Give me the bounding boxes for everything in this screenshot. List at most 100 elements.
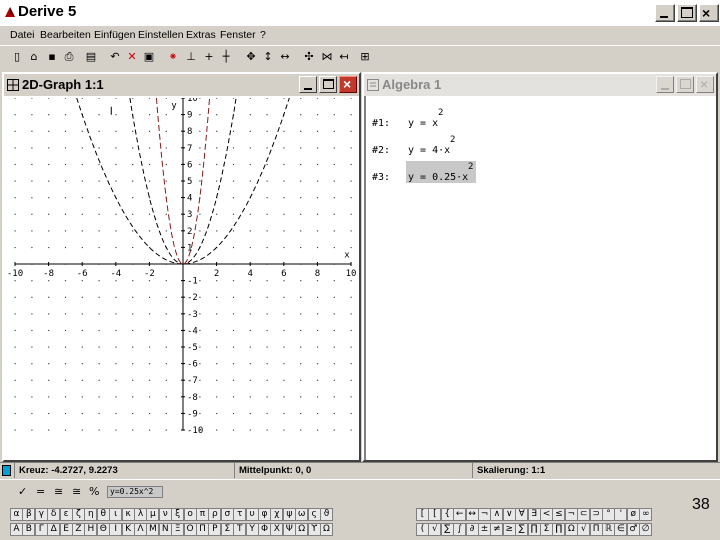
- math-symbol-button[interactable]: <: [540, 508, 553, 521]
- math-symbol-button[interactable]: [: [428, 508, 442, 521]
- greek-symbol-button[interactable]: α: [10, 508, 23, 521]
- greek-symbol-button[interactable]: μ: [146, 508, 160, 521]
- algebra-maximize-button[interactable]: [676, 76, 694, 93]
- greek-symbol-button[interactable]: Σ: [220, 523, 234, 536]
- crosshair-icon[interactable]: ┼: [219, 50, 233, 64]
- menu-einfuegen[interactable]: Einfügen: [94, 29, 135, 41]
- greek-symbol-button[interactable]: υ: [245, 508, 259, 521]
- math-symbol-button[interactable]: °: [602, 508, 615, 521]
- greek-symbol-button[interactable]: ζ: [72, 508, 85, 521]
- greek-symbol-button[interactable]: σ: [220, 508, 234, 521]
- math-symbol-button[interactable]: ℝ: [602, 523, 615, 536]
- greek-symbol-button[interactable]: Ω: [320, 523, 333, 536]
- cross-icon[interactable]: +: [202, 50, 216, 64]
- expression-row[interactable]: #3: y = 0.25·x 2: [372, 161, 572, 186]
- greek-symbol-button[interactable]: Ν: [158, 523, 172, 536]
- math-symbol-button[interactable]: ⊃: [589, 508, 603, 521]
- math-symbol-button[interactable]: ø: [626, 508, 640, 521]
- math-symbol-button[interactable]: ∀: [515, 508, 529, 521]
- greek-symbol-button[interactable]: φ: [258, 508, 271, 521]
- greek-symbol-button[interactable]: ψ: [282, 508, 296, 521]
- math-symbol-button[interactable]: ⊂: [577, 508, 591, 521]
- plot-icon[interactable]: ⁕: [166, 50, 180, 64]
- math-symbol-button[interactable]: Σ: [540, 523, 553, 536]
- greek-symbol-button[interactable]: δ: [47, 508, 61, 521]
- zoom-out-icon[interactable]: ↤: [337, 50, 351, 64]
- undo-icon[interactable]: ↶: [108, 50, 122, 64]
- center-icon[interactable]: ✥: [244, 50, 258, 64]
- greek-symbol-button[interactable]: π: [196, 508, 209, 521]
- math-symbol-button[interactable]: ∏: [552, 523, 566, 536]
- math-symbol-button[interactable]: ': [614, 508, 628, 521]
- menu-help[interactable]: ?: [260, 29, 266, 41]
- save-icon[interactable]: ▪: [45, 50, 59, 64]
- greek-symbol-button[interactable]: ω: [295, 508, 309, 521]
- greek-symbol-button[interactable]: κ: [121, 508, 135, 521]
- math-symbol-button[interactable]: ≠: [490, 523, 504, 536]
- greek-symbol-button[interactable]: Π: [196, 523, 209, 536]
- insert-icon[interactable]: ▣: [142, 50, 156, 64]
- greek-symbol-button[interactable]: Φ: [258, 523, 271, 536]
- new-file-icon[interactable]: ▯: [10, 50, 24, 64]
- paste-icon[interactable]: ▤: [84, 50, 98, 64]
- simplify-icon[interactable]: =: [36, 485, 45, 498]
- greek-symbol-button[interactable]: ν: [158, 508, 172, 521]
- open-folder-icon[interactable]: ⌂: [27, 50, 41, 64]
- greek-symbol-button[interactable]: ρ: [208, 508, 222, 521]
- greek-symbol-button[interactable]: Θ: [96, 523, 110, 536]
- print-icon[interactable]: ⎙: [62, 50, 76, 64]
- math-symbol-button[interactable]: ∃: [527, 508, 541, 521]
- menu-bearbeiten[interactable]: Bearbeiten: [40, 29, 91, 41]
- expression-row[interactable]: #2: y = 4·x 2: [372, 135, 572, 159]
- greek-symbol-button[interactable]: ξ: [171, 508, 185, 521]
- greek-symbol-button[interactable]: Τ: [233, 523, 247, 536]
- graph-minimize-button[interactable]: [299, 76, 317, 93]
- axes-icon[interactable]: ⊥: [184, 50, 198, 64]
- percent-icon[interactable]: %: [89, 485, 99, 498]
- graph-plot-area[interactable]: -10 -8 -6 -4 -2 2 4 6 8 1010987654321-1-2-3-4-5-6…: [6, 98, 359, 460]
- math-symbol-button[interactable]: √: [428, 523, 442, 536]
- greek-symbol-button[interactable]: λ: [134, 508, 147, 521]
- math-symbol-button[interactable]: ∑: [440, 523, 454, 536]
- menu-einstellen[interactable]: Einstellen: [138, 29, 184, 41]
- greek-symbol-button[interactable]: ϒ: [307, 523, 321, 536]
- menu-datei[interactable]: Datei: [10, 29, 35, 41]
- math-symbol-button[interactable]: ¬: [478, 508, 491, 521]
- greek-symbol-button[interactable]: η: [84, 508, 98, 521]
- menu-fenster[interactable]: Fenster: [220, 29, 256, 41]
- expression-row[interactable]: #1: y = x 2: [372, 108, 572, 132]
- greek-symbol-button[interactable]: γ: [34, 508, 48, 521]
- menu-extras[interactable]: Extras: [186, 29, 216, 41]
- greek-symbol-button[interactable]: Ι: [109, 523, 123, 536]
- greek-symbol-button[interactable]: Ψ: [282, 523, 296, 536]
- greek-symbol-button[interactable]: Ω: [295, 523, 309, 536]
- greek-symbol-button[interactable]: ς: [307, 508, 321, 521]
- zoom-vertical-icon[interactable]: ↕: [261, 50, 275, 64]
- greek-symbol-button[interactable]: Κ: [121, 523, 135, 536]
- math-symbol-button[interactable]: ¬: [564, 508, 578, 521]
- delete-icon[interactable]: ✕: [125, 50, 139, 64]
- greek-symbol-button[interactable]: Ρ: [208, 523, 222, 536]
- greek-symbol-button[interactable]: Γ: [34, 523, 48, 536]
- maximize-button[interactable]: [677, 4, 697, 22]
- math-symbol-button[interactable]: ∈: [614, 523, 628, 536]
- minimize-button[interactable]: [655, 4, 675, 22]
- math-symbol-button[interactable]: ∨: [502, 508, 516, 521]
- algebra-minimize-button[interactable]: [656, 76, 674, 93]
- zoom-horizontal-icon[interactable]: ↔: [278, 50, 292, 64]
- math-symbol-button[interactable]: [: [416, 508, 429, 521]
- greek-symbol-button[interactable]: θ: [96, 508, 110, 521]
- greek-symbol-button[interactable]: Η: [84, 523, 98, 536]
- greek-symbol-button[interactable]: τ: [233, 508, 247, 521]
- math-symbol-button[interactable]: ∅: [639, 523, 653, 536]
- math-symbol-button[interactable]: ♂: [626, 523, 640, 536]
- graph-close-button[interactable]: ×: [339, 76, 357, 93]
- close-button[interactable]: ×: [699, 4, 719, 22]
- solve-icon[interactable]: ≅: [72, 485, 81, 498]
- greek-symbol-button[interactable]: Ε: [59, 523, 73, 536]
- math-symbol-button[interactable]: ←: [453, 508, 467, 521]
- math-symbol-button[interactable]: ≥: [502, 523, 516, 536]
- window-icon[interactable]: ⊞: [358, 50, 372, 64]
- math-symbol-button[interactable]: (: [416, 523, 429, 536]
- approximate-icon[interactable]: ≅: [54, 485, 63, 498]
